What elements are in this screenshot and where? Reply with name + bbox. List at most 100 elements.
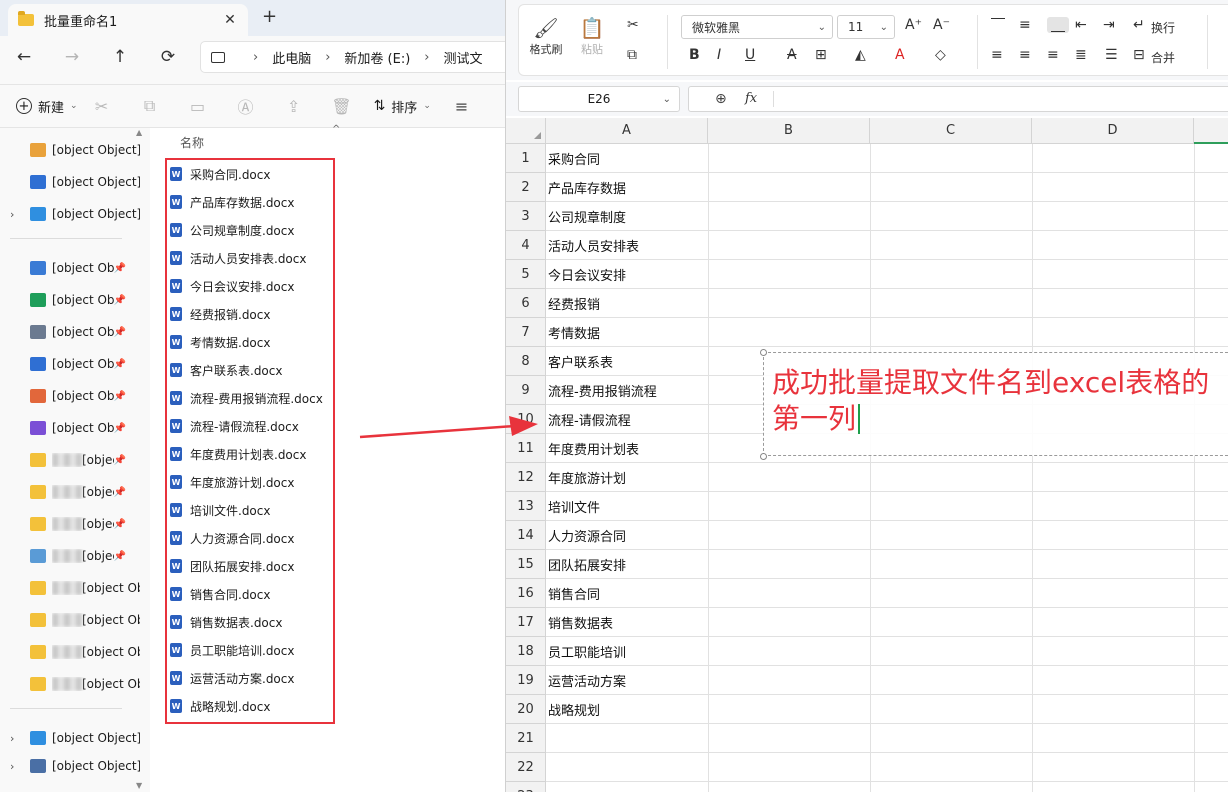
pin-icon[interactable]: 📌 bbox=[114, 327, 126, 338]
pin-icon[interactable]: 📌 bbox=[114, 519, 126, 530]
sidebar-item[interactable]: [object Object] bbox=[0, 606, 140, 634]
row-header[interactable]: 12 bbox=[506, 463, 546, 492]
file-item[interactable]: W 公司规章制度.docx bbox=[170, 219, 294, 241]
view-menu-icon[interactable]: ≡ bbox=[455, 97, 468, 116]
sidebar-item[interactable]: › [object Object] bbox=[0, 724, 140, 752]
pin-icon[interactable]: 📌 bbox=[114, 263, 126, 274]
cell-a[interactable]: 运营活动方案 bbox=[548, 666, 626, 695]
row-header[interactable]: 23 bbox=[506, 782, 546, 792]
align-top-icon[interactable]: ⎺ bbox=[991, 17, 1005, 33]
pin-icon[interactable]: 📌 bbox=[114, 455, 126, 466]
merge-icon[interactable]: ⊟ bbox=[1133, 47, 1145, 63]
indent-increase-icon[interactable]: ⇥ bbox=[1103, 17, 1115, 33]
explorer-tab[interactable]: 批量重命名1 ✕ bbox=[8, 4, 248, 36]
cell-a[interactable]: 年度费用计划表 bbox=[548, 434, 639, 463]
file-item[interactable]: W 团队拓展安排.docx bbox=[170, 555, 294, 577]
breadcrumb-item[interactable]: 测试文 bbox=[444, 48, 483, 67]
chevron-right-icon[interactable]: › bbox=[10, 760, 24, 773]
name-box[interactable]: E26 ⌄ bbox=[518, 86, 680, 112]
file-item[interactable]: W 战略规划.docx bbox=[170, 695, 270, 717]
annotation-textbox[interactable]: 成功批量提取文件名到excel表格的第一列 bbox=[760, 349, 1228, 460]
select-all-corner[interactable] bbox=[506, 118, 546, 144]
file-item[interactable]: W 员工职能培训.docx bbox=[170, 639, 294, 661]
file-item[interactable]: W 年度旅游计划.docx bbox=[170, 471, 294, 493]
chevron-right-icon[interactable]: › bbox=[10, 208, 24, 221]
row-header[interactable]: 3 bbox=[506, 202, 546, 231]
row-header[interactable]: 1 bbox=[506, 144, 546, 173]
wrap-icon[interactable]: ↵ bbox=[1133, 17, 1145, 33]
format-painter-button[interactable]: 🖌 格式刷 bbox=[523, 15, 569, 57]
row-header[interactable]: 4 bbox=[506, 231, 546, 260]
border-icon[interactable]: ⊞ bbox=[815, 47, 827, 63]
cell-a[interactable]: 培训文件 bbox=[548, 492, 600, 521]
cell-a[interactable]: 员工职能培训 bbox=[548, 637, 626, 666]
cell-a[interactable]: 年度旅游计划 bbox=[548, 463, 626, 492]
paste-icon[interactable]: ▭ bbox=[174, 97, 222, 116]
cut-icon[interactable]: ✂ bbox=[78, 97, 126, 116]
chevron-right-icon[interactable]: › bbox=[10, 732, 24, 745]
refresh-button[interactable]: ⟳ bbox=[144, 47, 192, 67]
cut-icon[interactable]: ✂ bbox=[627, 17, 639, 33]
row-header[interactable]: 13 bbox=[506, 492, 546, 521]
sidebar-scrollbar[interactable]: ▲ ▼ bbox=[134, 128, 146, 792]
sidebar-item[interactable]: [object Object]📌 bbox=[0, 382, 140, 410]
formula-input[interactable]: ⊕ fx bbox=[688, 86, 1228, 112]
new-tab-button[interactable]: + bbox=[262, 6, 277, 27]
row-header[interactable]: 19 bbox=[506, 666, 546, 695]
resize-handle[interactable] bbox=[760, 349, 767, 356]
sidebar-item[interactable]: [object Object] bbox=[0, 638, 140, 666]
cell-a[interactable]: 客户联系表 bbox=[548, 347, 613, 376]
breadcrumb-item[interactable]: 此电脑 bbox=[272, 48, 311, 67]
delete-icon[interactable]: 🗑 bbox=[318, 97, 366, 116]
cell-a[interactable]: 流程-费用报销流程 bbox=[548, 376, 657, 405]
address-bar[interactable]: › 此电脑 › 新加卷 (E:) › 测试文 bbox=[200, 41, 505, 73]
merge-label[interactable]: 合并 bbox=[1151, 49, 1175, 66]
file-item[interactable]: W 流程-费用报销流程.docx bbox=[170, 387, 323, 409]
fx-icon[interactable]: fx bbox=[745, 91, 757, 106]
sidebar-item[interactable]: › [object Object] bbox=[0, 752, 140, 780]
distribute-icon[interactable]: ☰ bbox=[1105, 47, 1118, 63]
file-item[interactable]: W 活动人员安排表.docx bbox=[170, 247, 306, 269]
row-header[interactable]: 14 bbox=[506, 521, 546, 550]
font-size-select[interactable]: 11 ⌄ bbox=[837, 15, 895, 39]
cell-a[interactable]: 战略规划 bbox=[548, 695, 600, 724]
pin-icon[interactable]: 📌 bbox=[114, 359, 126, 370]
pin-icon[interactable]: 📌 bbox=[114, 487, 126, 498]
copy-icon[interactable]: ⧉ bbox=[627, 47, 637, 63]
sidebar-item[interactable]: [object Object] bbox=[0, 136, 140, 164]
share-icon[interactable]: ⇪ bbox=[270, 97, 318, 116]
file-item[interactable]: W 经费报销.docx bbox=[170, 303, 270, 325]
scroll-up-icon[interactable]: ▲ bbox=[136, 128, 142, 137]
cell-a[interactable]: 团队拓展安排 bbox=[548, 550, 626, 579]
bold-icon[interactable]: B bbox=[689, 47, 700, 63]
cell-a[interactable]: 流程-请假流程 bbox=[548, 405, 631, 434]
sidebar-item[interactable]: [object Object] bbox=[0, 670, 140, 698]
row-header[interactable]: 21 bbox=[506, 724, 546, 753]
row-header[interactable]: 22 bbox=[506, 753, 546, 782]
sidebar-item[interactable]: [object Object]📌 bbox=[0, 478, 140, 506]
file-item[interactable]: W 销售数据表.docx bbox=[170, 611, 282, 633]
strikethrough-icon[interactable]: A bbox=[787, 47, 797, 63]
cell-a[interactable]: 经费报销 bbox=[548, 289, 600, 318]
cell-a[interactable]: 采购合同 bbox=[548, 144, 600, 173]
file-item[interactable]: W 人力资源合同.docx bbox=[170, 527, 294, 549]
cell-a[interactable]: 考情数据 bbox=[548, 318, 600, 347]
up-button[interactable]: ↑ bbox=[96, 47, 144, 67]
row-header[interactable]: 16 bbox=[506, 579, 546, 608]
wrap-label[interactable]: 换行 bbox=[1151, 19, 1175, 36]
back-button[interactable]: ← bbox=[0, 47, 48, 67]
align-right-icon[interactable]: ≡ bbox=[1047, 47, 1059, 63]
column-header[interactable]: D bbox=[1032, 118, 1194, 144]
sort-button[interactable]: ⇅ 排序 ⌄ bbox=[374, 97, 431, 116]
zoom-icon[interactable]: ⊕ bbox=[715, 91, 727, 107]
column-header[interactable]: C bbox=[870, 118, 1032, 144]
row-header[interactable]: 15 bbox=[506, 550, 546, 579]
sidebar-item[interactable]: [object Object] bbox=[0, 168, 140, 196]
file-item[interactable]: W 今日会议安排.docx bbox=[170, 275, 294, 297]
pin-icon[interactable]: 📌 bbox=[114, 551, 126, 562]
sidebar-item[interactable]: › [object Object] bbox=[0, 200, 140, 228]
row-header[interactable]: 20 bbox=[506, 695, 546, 724]
file-item[interactable]: W 销售合同.docx bbox=[170, 583, 270, 605]
fill-color-icon[interactable]: ◭ bbox=[855, 47, 866, 63]
pin-icon[interactable]: 📌 bbox=[114, 295, 126, 306]
